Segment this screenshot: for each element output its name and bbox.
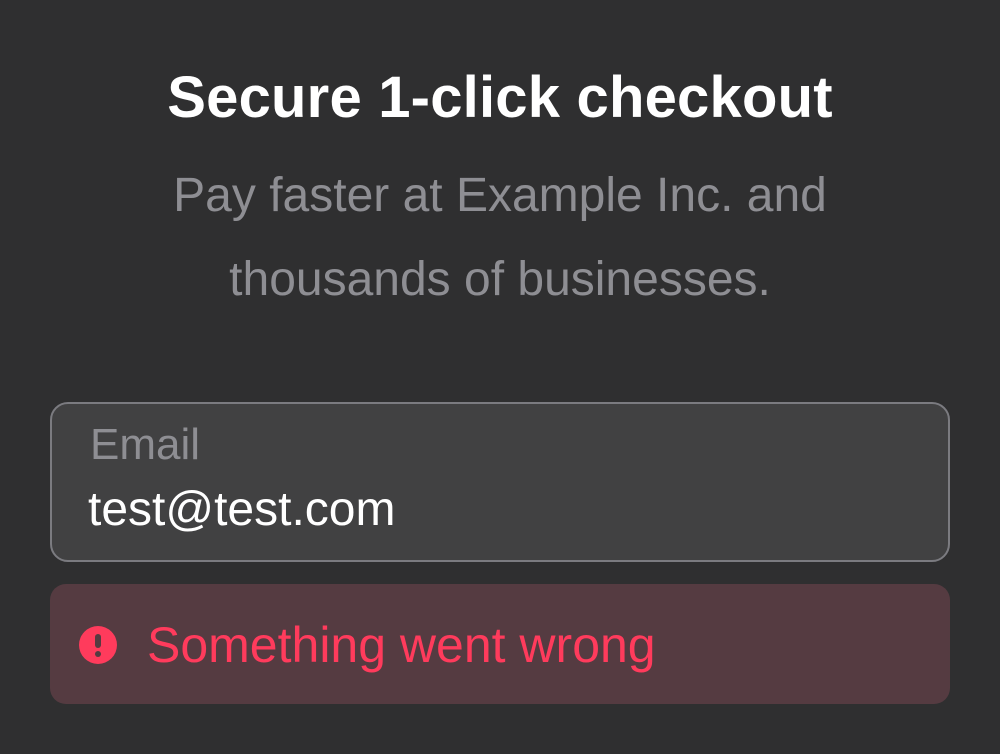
error-banner: Something went wrong — [50, 584, 950, 704]
email-input[interactable] — [88, 478, 908, 542]
page-title: Secure 1-click checkout — [167, 65, 833, 130]
email-label: Email — [90, 420, 201, 469]
checkout-page: Secure 1-click checkout Pay faster at Ex… — [0, 0, 1000, 754]
error-message: Something went wrong — [147, 617, 656, 673]
email-field[interactable]: Email — [50, 402, 950, 562]
page-subtitle: Pay faster at Example Inc. and thousands… — [173, 169, 827, 306]
alert-circle-icon — [79, 626, 117, 664]
